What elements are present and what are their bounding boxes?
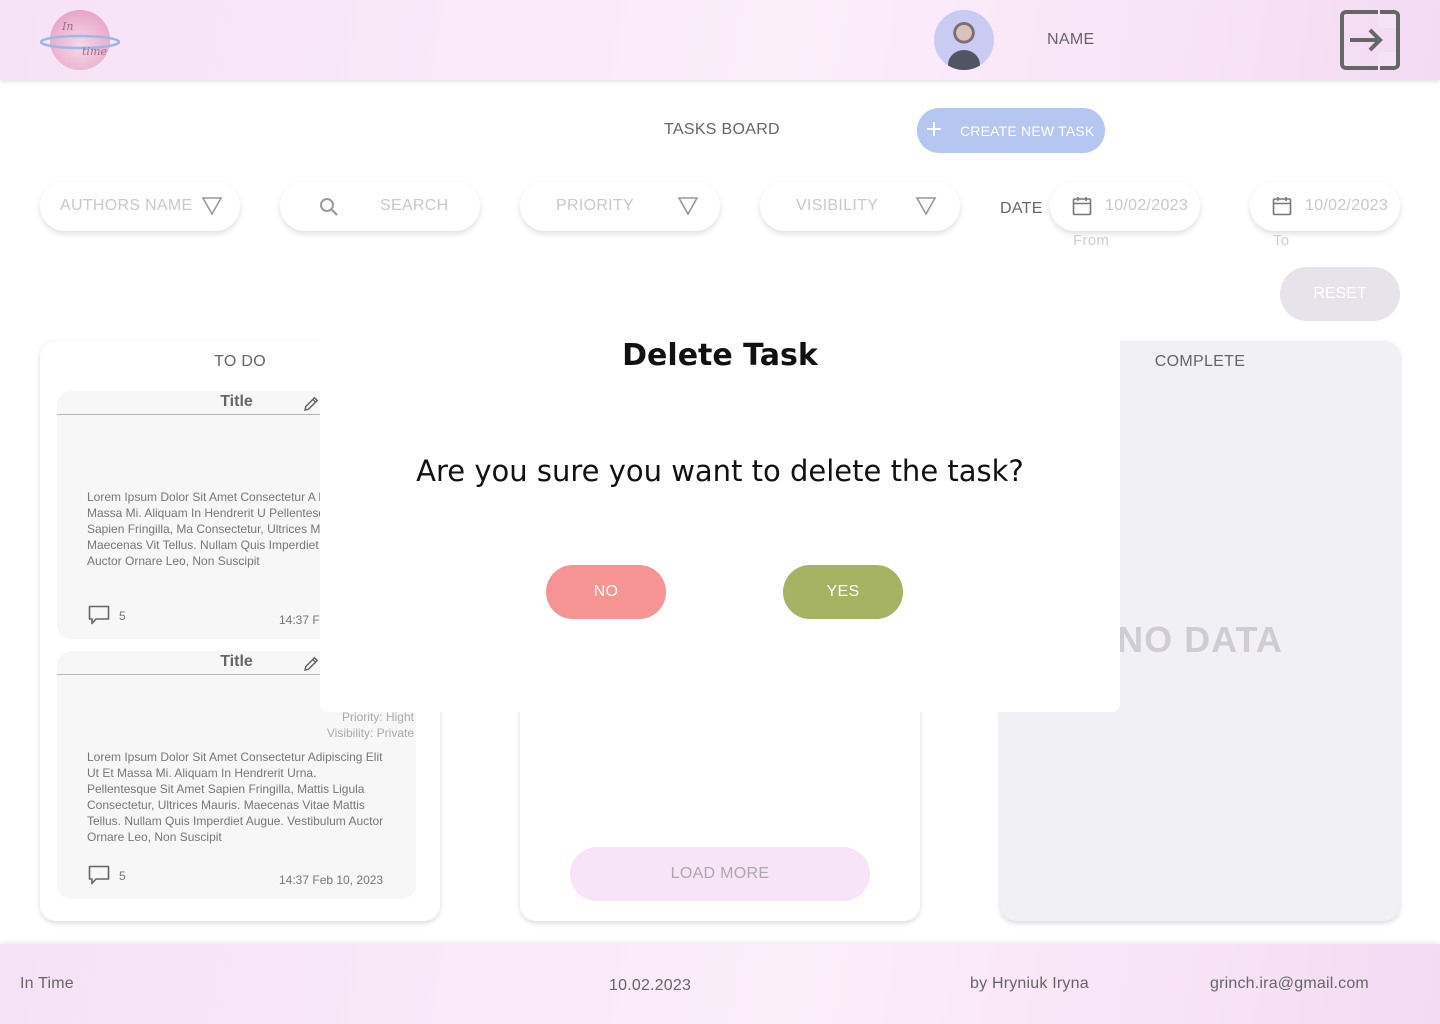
no-button[interactable]: NO xyxy=(546,565,666,619)
footer-date: 10.02.2023 xyxy=(609,977,692,994)
edit-icon[interactable] xyxy=(302,655,320,673)
date-to-input[interactable]: 10/02/2023 xyxy=(1250,181,1400,231)
priority-placeholder: PRIORITY xyxy=(556,197,634,214)
dropdown-triangle-icon xyxy=(677,197,699,216)
dropdown-triangle-icon xyxy=(201,197,223,216)
comment-icon[interactable] xyxy=(88,605,110,625)
user-name: NAME xyxy=(1047,31,1095,48)
date-to-label: To xyxy=(1273,232,1290,249)
logout-icon[interactable] xyxy=(1340,10,1400,70)
comment-icon[interactable] xyxy=(88,865,110,885)
date-from-value: 10/02/2023 xyxy=(1105,197,1189,214)
authors-filter[interactable]: AUTHORS NAME xyxy=(40,181,240,231)
task-date: 14:37 Feb 10, 2023 xyxy=(279,873,384,887)
date-from-label: From xyxy=(1073,232,1110,249)
create-task-button[interactable]: CREATE NEW TASK xyxy=(917,108,1105,153)
dropdown-triangle-icon xyxy=(915,197,937,216)
dialog-message: Are you sure you want to delete the task… xyxy=(416,454,1024,488)
edit-icon[interactable] xyxy=(302,395,320,413)
visibility-placeholder: VISIBILITY xyxy=(796,197,879,214)
search-input[interactable]: SEARCH xyxy=(280,181,480,231)
date-to-value: 10/02/2023 xyxy=(1305,197,1389,214)
plus-icon xyxy=(925,120,943,142)
yes-button[interactable]: YES xyxy=(783,565,903,619)
search-icon xyxy=(320,198,338,216)
calendar-icon xyxy=(1272,197,1292,216)
task-visibility: Visibility: Private xyxy=(326,726,414,740)
task-description: Lorem Ipsum Dolor Sit Amet Consectetur A… xyxy=(87,750,384,844)
footer-email[interactable]: grinch.ira@gmail.com xyxy=(1210,975,1369,993)
visibility-filter[interactable]: VISIBILITY xyxy=(760,181,960,231)
logo-text-in: In xyxy=(61,20,73,33)
load-more-button[interactable]: LOAD MORE xyxy=(570,847,870,901)
footer-app-name: In Time xyxy=(20,975,74,992)
app-footer: In Time 10.02.2023 by Hryniuk Iryna grin… xyxy=(0,944,1440,1024)
search-placeholder: SEARCH xyxy=(380,197,449,214)
reset-button[interactable]: RESET xyxy=(1280,267,1400,321)
date-from-input[interactable]: 10/02/2023 xyxy=(1050,181,1200,231)
task-date: 14:37 F xyxy=(279,613,320,627)
logo-text-time: time xyxy=(82,45,107,58)
app-header: In time NAME xyxy=(0,0,1440,80)
delete-task-dialog: Delete Task Are you sure you want to del… xyxy=(320,328,1120,712)
user-avatar[interactable] xyxy=(934,10,994,70)
page-title: TASKS BOARD xyxy=(664,121,780,138)
footer-author: by Hryniuk Iryna xyxy=(970,975,1089,992)
create-task-label: CREATE NEW TASK xyxy=(960,122,1095,139)
comment-count: 5 xyxy=(119,869,126,883)
calendar-icon xyxy=(1072,197,1092,216)
priority-filter[interactable]: PRIORITY xyxy=(520,181,720,231)
comment-count: 5 xyxy=(119,609,126,623)
dialog-title: Delete Task xyxy=(622,338,818,373)
date-label: DATE xyxy=(1000,200,1043,217)
app-logo[interactable]: In time xyxy=(39,10,121,70)
authors-placeholder: AUTHORS NAME xyxy=(60,197,193,214)
